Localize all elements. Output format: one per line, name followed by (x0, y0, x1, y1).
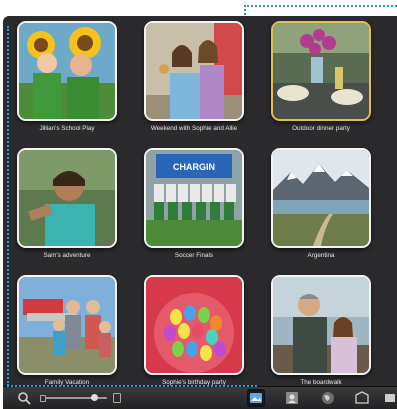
event-thumbnail[interactable] (271, 275, 371, 375)
focus-outline-corner (244, 5, 246, 15)
bottom-toolbar (3, 386, 397, 409)
places-button[interactable] (319, 389, 337, 407)
event-title: Jillian's School Play (39, 125, 95, 132)
event-thumbnail-selected[interactable] (271, 21, 371, 121)
events-view-icon (250, 393, 262, 403)
event-title: Soccer Finals (174, 252, 214, 259)
zoom-slider-knob[interactable] (91, 394, 99, 401)
faces-button[interactable] (283, 389, 301, 407)
event-title: Sam's adventure (43, 252, 91, 259)
event-title: Argentina (307, 252, 335, 259)
event-title: Weekend with Sophie and Allie (150, 125, 238, 132)
focus-outline-bottom (7, 385, 257, 387)
event-thumbnail[interactable]: CHARGIN (144, 148, 244, 248)
projects-button[interactable] (353, 389, 371, 407)
event-thumbnail[interactable] (17, 275, 117, 375)
event-tile[interactable]: Sophie's birthday party (144, 275, 244, 386)
projects-icon (355, 391, 369, 404)
event-tile[interactable]: CHARGIN Soccer Finals (144, 148, 244, 259)
event-tile[interactable]: Argentina (271, 148, 371, 259)
faces-icon (286, 392, 298, 404)
more-icon (385, 394, 395, 402)
events-view-button[interactable] (247, 389, 265, 407)
event-tile[interactable]: Outdoor dinner party (271, 21, 371, 132)
focus-outline-top (244, 5, 397, 7)
event-tile[interactable]: The boardwalk (271, 275, 371, 386)
focus-outline-left (7, 26, 9, 386)
svg-text:CHARGIN: CHARGIN (173, 162, 215, 172)
event-title: Outdoor dinner party (292, 125, 350, 132)
event-thumbnail[interactable] (144, 21, 244, 121)
event-tile[interactable]: Sam's adventure (17, 148, 117, 259)
zoom-large-icon (113, 393, 121, 403)
event-tile[interactable]: Weekend with Sophie and Allie (144, 21, 244, 132)
event-thumbnail[interactable] (17, 148, 117, 248)
places-icon (322, 392, 334, 404)
event-thumbnail[interactable] (17, 21, 117, 121)
more-button[interactable] (383, 389, 397, 407)
event-thumbnail[interactable] (271, 148, 371, 248)
events-grid: Jillian's School Play Weekend with Sophi… (3, 16, 397, 392)
event-title: The boardwalk (300, 379, 342, 386)
event-tile[interactable]: Family Vacation (17, 275, 117, 386)
photo-events-window: Jillian's School Play Weekend with Sophi… (3, 16, 397, 409)
search-icon[interactable] (17, 391, 31, 405)
event-tile[interactable]: Jillian's School Play (17, 21, 117, 132)
event-thumbnail[interactable] (144, 275, 244, 375)
